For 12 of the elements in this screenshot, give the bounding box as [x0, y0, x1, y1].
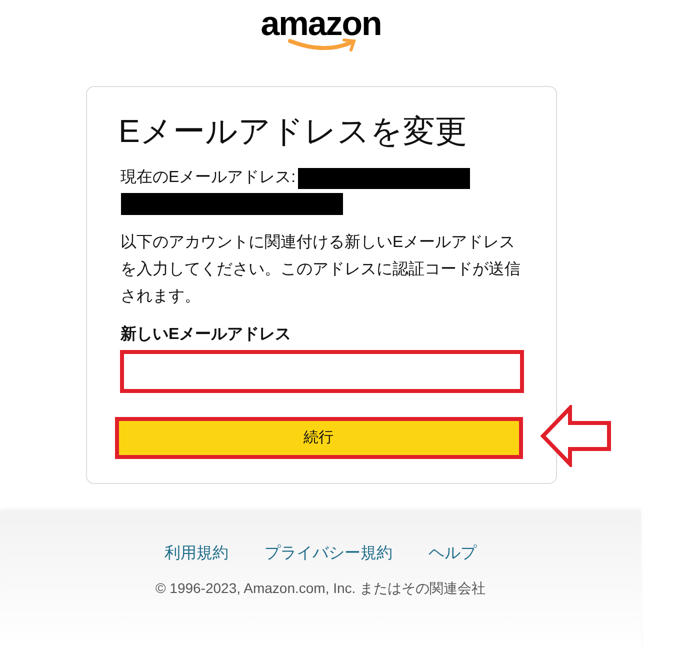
current-email-label: 現在のEメールアドレス: — [120, 168, 296, 188]
field-label: 新しいEメールアドレス — [120, 324, 292, 345]
logo: amazon — [260, 4, 382, 52]
description: 以下のアカウントに関連付ける新しいEメールアドレスを入力してください。このアドレスに認証コードが送信されます。 — [120, 232, 520, 307]
footer-link[interactable]: 利用規約 — [164, 542, 228, 566]
footer-link[interactable]: プライバシー規約 — [264, 542, 392, 566]
arrow-icon — [540, 405, 612, 467]
continue-button[interactable]: 続行 — [114, 417, 522, 459]
page-title: Eメールアドレスを変更 — [118, 112, 468, 151]
footer-link[interactable]: ヘルプ — [428, 542, 476, 566]
copyright: © 1996-2023, Amazon.com, Inc. またはその関連会社 — [155, 579, 486, 598]
email-input-field[interactable] — [120, 350, 524, 393]
